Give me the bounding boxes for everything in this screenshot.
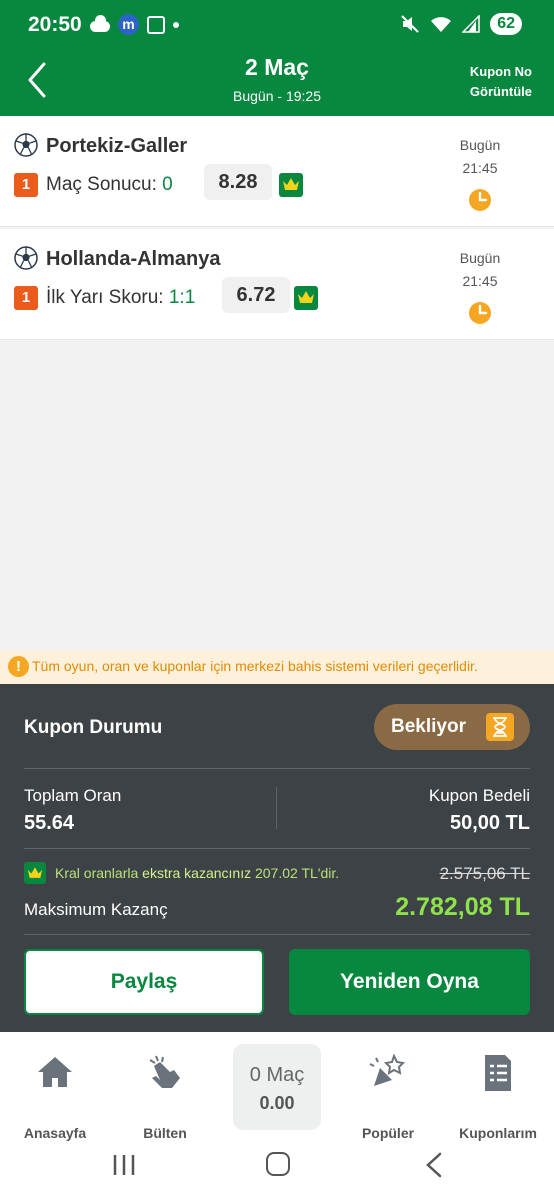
hand-pointer-icon (149, 1055, 180, 1088)
stake-label: Kupon Bedeli (428, 786, 530, 805)
info-banner-text: Tüm oyun, oran ve kuponlar için merkezi … (32, 658, 478, 674)
bet-description: İlk Yarı Skoru: 1:1 (46, 286, 195, 310)
king-odds-crown-icon (294, 286, 318, 310)
system-navigation-bar (0, 1148, 554, 1200)
divider (24, 934, 530, 935)
hourglass-icon (486, 713, 514, 741)
nav-home[interactable]: Anasayfa (5, 1054, 105, 1141)
signal-icon (462, 15, 480, 33)
total-odds-label: Toplam Oran (24, 786, 122, 805)
match-time: 21:45 (462, 273, 498, 289)
nav-my-coupons[interactable]: Kuponlarım (448, 1054, 548, 1141)
divider (24, 848, 530, 849)
info-banner: ! Tüm oyun, oran ve kuponlar için merkez… (0, 650, 554, 684)
nav-bulletin-label: Bülten (143, 1125, 187, 1141)
max-win-value: 2.782,08 TL (395, 893, 530, 921)
wifi-icon (431, 17, 452, 32)
coupon-status-title: Kupon Durumu (24, 717, 163, 738)
app-notification-icon: m (118, 14, 139, 35)
nav-bulletin[interactable]: Bülten (115, 1054, 215, 1141)
clock-icon (469, 302, 491, 324)
football-icon (14, 133, 38, 157)
status-time: 20:50 (28, 13, 82, 36)
match-day: Bugün (459, 137, 501, 153)
king-odds-bonus-text: Kral oranlarla ekstra kazancınız 207.02 … (55, 865, 339, 881)
status-right-icons: 62 (400, 13, 522, 35)
status-left-icons: m (90, 14, 179, 35)
odd-value: 8.28 (204, 164, 272, 200)
king-odds-text-bold: ekstra kazancınız (142, 865, 252, 881)
nav-popular-label: Popüler (361, 1125, 415, 1141)
nav-coupon-builder[interactable]: 0 Maç 0.00 (233, 1044, 321, 1130)
system-back-icon[interactable] (424, 1152, 444, 1178)
match-row[interactable]: Portekiz-Galler 1 Maç Sonucu: 0 8.28 Bug… (0, 116, 554, 227)
popular-star-icon (369, 1054, 406, 1086)
bet-pick: 0 (162, 174, 173, 195)
nav-home-label: Anasayfa (23, 1125, 87, 1141)
bet-index-badge: 1 (14, 286, 38, 310)
match-name: Portekiz-Galler (46, 135, 188, 157)
odd-value: 6.72 (222, 277, 290, 313)
warning-icon: ! (8, 656, 29, 677)
bet-type: Maç Sonucu: (46, 174, 163, 195)
coupon-total-odds: 0.00 (259, 1093, 295, 1113)
kupon-no-line1: Kupon No (469, 64, 532, 79)
coupon-status-text: Bekliyor (391, 716, 466, 737)
total-odds-value: 55.64 (24, 812, 75, 834)
notification-dot-icon (173, 21, 179, 28)
app-header: 20:50 m 62 2 Maç Bugün - 19:25 Kupon No … (0, 0, 554, 116)
king-odds-text-pre: Kral oranlarla (55, 865, 143, 881)
king-odds-text-post: 207.02 TL'dir. (251, 865, 340, 881)
king-odds-crown-icon (279, 173, 303, 197)
match-row[interactable]: Hollanda-Almanya 1 İlk Yarı Skoru: 1:1 6… (0, 229, 554, 340)
coupon-status-badge: Bekliyor (374, 704, 530, 750)
share-button[interactable]: Paylaş (24, 949, 264, 1015)
stake-value: 50,00 TL (449, 812, 530, 834)
kupon-no-line2: Görüntüle (469, 84, 532, 99)
nav-my-coupons-label: Kuponlarım (459, 1125, 537, 1141)
screenshot-icon (147, 15, 165, 34)
original-max-win: 2.575,06 TL (439, 864, 530, 883)
max-win-label: Maksimum Kazanç (24, 900, 168, 919)
battery-indicator: 62 (490, 13, 522, 35)
match-name: Hollanda-Almanya (46, 248, 221, 270)
nav-popular[interactable]: Popüler (338, 1054, 438, 1141)
mute-icon (401, 15, 419, 33)
divider-vertical (276, 787, 277, 829)
divider (24, 768, 530, 769)
home-button-icon[interactable] (266, 1152, 290, 1176)
cloud-icon (90, 15, 110, 32)
replay-button[interactable]: Yeniden Oyna (289, 949, 530, 1015)
match-time: 21:45 (462, 160, 498, 176)
king-odds-crown-icon (24, 862, 46, 884)
coupon-summary-panel: Kupon Durumu Bekliyor Toplam Oran 55.64 … (0, 684, 554, 1032)
coupon-list-icon (485, 1055, 511, 1091)
home-icon (38, 1057, 72, 1087)
bet-pick: 1:1 (168, 287, 196, 308)
bet-type: İlk Yarı Skoru: (46, 287, 169, 308)
bottom-navigation: Anasayfa Bülten 0 Maç 0.00 Popüler Kupon… (0, 1032, 554, 1200)
bet-description: Maç Sonucu: 0 (46, 173, 173, 197)
status-bar: 20:50 m 62 (0, 0, 554, 52)
coupon-match-count: 0 Maç (249, 1064, 305, 1086)
match-day: Bugün (459, 250, 501, 266)
view-coupon-number-button[interactable]: Kupon No Görüntüle (452, 62, 532, 102)
football-icon (14, 246, 38, 270)
bet-index-badge: 1 (14, 173, 38, 197)
clock-icon (469, 189, 491, 211)
recent-apps-icon[interactable] (112, 1154, 136, 1176)
